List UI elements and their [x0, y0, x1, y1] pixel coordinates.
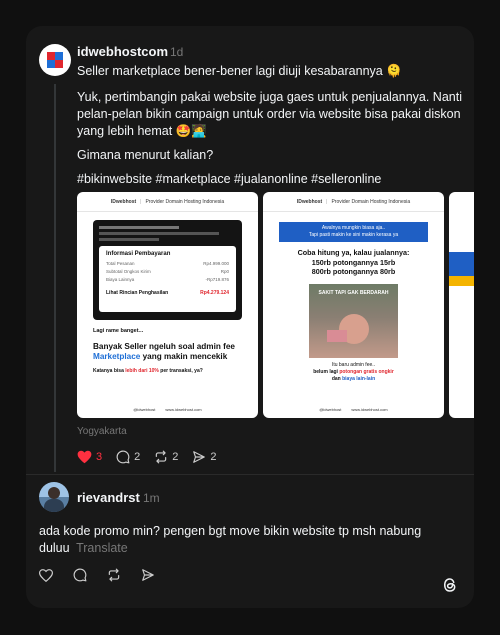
- repost-icon: [156, 450, 167, 464]
- send-icon: [193, 451, 206, 463]
- seller-chat-preview: [99, 224, 236, 242]
- reply-count: 2: [134, 451, 141, 463]
- row-value: -Rp719.876: [205, 277, 229, 282]
- image-footer: @idwebhost www.idwebhost.com: [77, 407, 258, 412]
- idwebhost-avatar[interactable]: [39, 44, 71, 76]
- repost-count: 2: [172, 451, 179, 463]
- reply-username[interactable]: rievandrst: [77, 490, 140, 505]
- row-label: Total Pesanan: [106, 261, 135, 266]
- row-value: Rp4.999.000: [203, 261, 229, 266]
- post-para2-line-3: yang lebih hemat 🤩🧑‍💻: [77, 124, 207, 138]
- sub-highlight: lebih dari 10%: [125, 368, 159, 374]
- row-value: Rp0: [220, 269, 229, 274]
- reply-comment-button[interactable]: [73, 568, 87, 582]
- reply-line-2: duluu: [39, 541, 70, 555]
- image-note: Lagi rame banget...: [93, 328, 144, 334]
- meme-image: SAKIT TAPI GAK BERDARAH: [309, 284, 398, 358]
- rievandrst-avatar[interactable]: [39, 482, 69, 512]
- sub-text: Katanya bisa: [93, 368, 126, 374]
- reply-actions: [39, 568, 169, 582]
- image-banner: Awalnya mungkin biasa aja.. Tapi pasti m…: [279, 222, 428, 242]
- comment-icon: [73, 568, 87, 582]
- threads-logo-icon[interactable]: [441, 576, 459, 594]
- footer-handle: @idwebhost: [319, 407, 342, 412]
- brand-subtitle: Provider Domain Hosting Indonesia: [145, 198, 225, 205]
- post-image-3[interactable]: [449, 192, 474, 418]
- post-hashtags[interactable]: #bikinwebsite #marketplace #jualanonline…: [77, 171, 381, 188]
- payment-screenshot: Informasi Pembayaran Total Pesanan Rp4.99…: [93, 220, 242, 320]
- headline-highlight: Marketplace: [93, 352, 141, 361]
- post-username[interactable]: idwebhostcom: [77, 44, 168, 59]
- footer-handle: @idwebhost: [133, 407, 156, 412]
- rincian-label: Lihat Rincian Penghasilan: [106, 290, 169, 296]
- thread-line: [54, 84, 56, 472]
- heart-filled-icon: [77, 450, 92, 464]
- footer-line-1: Itu baru admin fee..: [331, 362, 376, 368]
- share-button[interactable]: 2: [192, 450, 217, 464]
- headline-line-1: Banyak Seller ngeluh soal admin fee: [93, 342, 235, 351]
- reply-repost-button[interactable]: [107, 568, 121, 582]
- footer-line-2: belum lagi: [313, 369, 340, 375]
- repost-button[interactable]: 2: [154, 450, 178, 464]
- row-label: Subtotal Ongkos Kirim: [106, 269, 151, 274]
- post-line-1: Seller marketplace bener-bener lagi diuj…: [77, 64, 402, 78]
- image-sub: Katanya bisa lebih dari 10% per transaks…: [93, 368, 203, 374]
- banner-line-1: Awalnya mungkin biasa aja..: [321, 225, 386, 231]
- calc-line-1: Coba hitung ya, kalau jualannya:: [297, 248, 410, 257]
- translate-link[interactable]: Translate: [76, 541, 128, 555]
- image-footer: @idwebhost www.idwebhost.com: [263, 407, 444, 412]
- image-header: IDwebhost | Provider Domain Hosting Indo…: [77, 192, 258, 212]
- brand-subtitle: Provider Domain Hosting Indonesia: [331, 198, 411, 205]
- reply-time: 1m: [143, 491, 160, 505]
- panel-title: Informasi Pembayaran: [106, 251, 171, 257]
- calc-line-3: 800rb potongannya 80rb: [311, 267, 396, 276]
- headline-line-2: yang makin mencekik: [140, 352, 228, 361]
- sub-text-end: per transaksi, ya?: [158, 368, 203, 374]
- calc-line-2: 150rb potongannya 15rb: [311, 257, 396, 267]
- reply-like-button[interactable]: [39, 568, 53, 582]
- footer-highlight-2: biaya lain-lain: [342, 376, 376, 382]
- footer-site: www.idwebhost.com: [165, 407, 202, 412]
- comment-icon: [116, 450, 130, 464]
- share-count: 2: [210, 451, 217, 463]
- reply-line-2-wrap: duluu Translate: [39, 540, 128, 557]
- reply-line-1: ada kode promo min? pengen bgt move biki…: [39, 524, 422, 538]
- reply-share-button[interactable]: [141, 568, 155, 582]
- image-header: IDwebhost | Provider Domain Hosting Indo…: [263, 192, 444, 212]
- row-label: Biaya Lainnya: [106, 277, 135, 282]
- brand-name: IDwebhost: [110, 198, 137, 205]
- post-question: Gimana menurut kalian?: [77, 148, 214, 162]
- meme-caption: SAKIT TAPI GAK BERDARAH: [318, 290, 389, 296]
- banner-line-2: Tapi pasti makin ke sini makin kerasa ya: [308, 232, 399, 238]
- send-icon: [142, 569, 154, 581]
- rincian-value: Rp4.279.124: [200, 290, 229, 296]
- payment-info-panel: Informasi Pembayaran Total Pesanan Rp4.99…: [99, 246, 236, 312]
- post-para2-line-2: pelan-pelan bikin campaign untuk order v…: [77, 107, 461, 121]
- post-location[interactable]: Yogyakarta: [77, 426, 127, 437]
- footer-highlight-1: potongan gratis ongkir: [339, 369, 394, 375]
- calc-text: Coba hitung ya, kalau jualannya: 150rb p…: [263, 248, 444, 277]
- post-image-1[interactable]: IDwebhost | Provider Domain Hosting Indo…: [77, 192, 258, 418]
- like-button[interactable]: 3: [77, 450, 102, 464]
- divider: [26, 474, 474, 475]
- post-image-2[interactable]: IDwebhost | Provider Domain Hosting Indo…: [263, 192, 444, 418]
- footer-site: www.idwebhost.com: [351, 407, 388, 412]
- image-headline: Banyak Seller ngeluh soal admin fee Mark…: [93, 342, 253, 362]
- heart-icon: [39, 568, 53, 582]
- footer-line-3: dan: [331, 376, 343, 382]
- footer-text: Itu baru admin fee.. belum lagi potongan…: [263, 362, 444, 383]
- like-count: 3: [96, 451, 103, 463]
- post-actions: 3 2 2 2: [77, 450, 231, 464]
- reply-button[interactable]: 2: [116, 450, 140, 464]
- post-time: 1d: [170, 45, 184, 59]
- repost-icon: [108, 568, 120, 582]
- brand-name: IDwebhost: [296, 198, 323, 205]
- post-para2-line-1: Yuk, pertimbangin pakai website juga gae…: [77, 90, 462, 104]
- thread-card: idwebhostcom 1d Seller marketplace bener…: [26, 26, 474, 608]
